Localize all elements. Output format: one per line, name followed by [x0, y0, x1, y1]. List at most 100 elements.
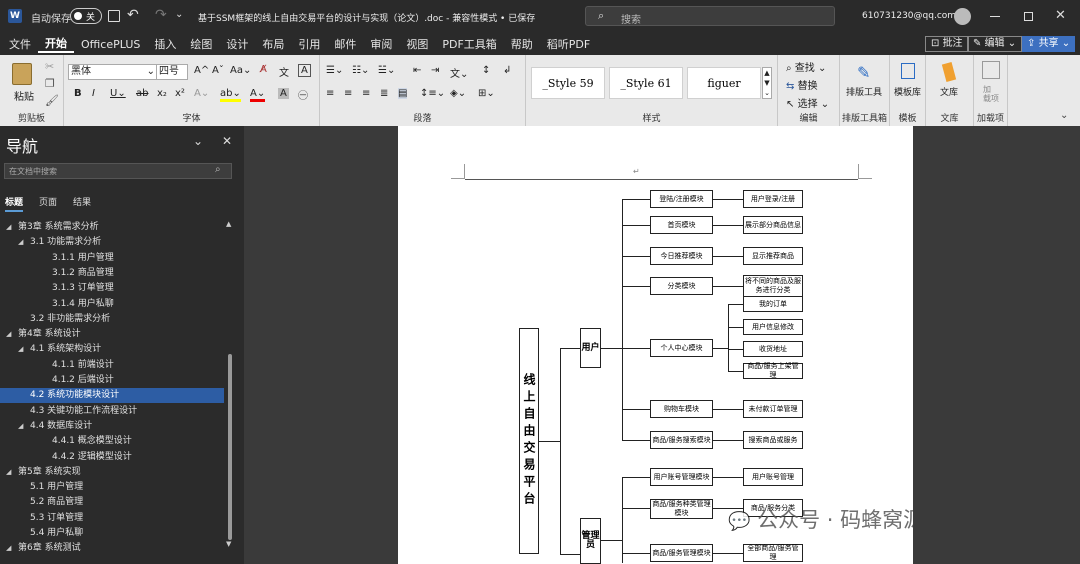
scroll-up-icon[interactable]: ▲	[226, 220, 231, 228]
nav-heading-item[interactable]: ◢ 3.1 功能需求分析	[0, 235, 224, 250]
bullets-icon[interactable]: ☰⌄	[326, 65, 343, 76]
search-box[interactable]: ⌕ 搜索	[585, 6, 835, 26]
nav-heading-item[interactable]: 4.4.1 概念模型设计	[0, 434, 224, 449]
style-item-2[interactable]: _Style 61	[609, 67, 683, 99]
nav-heading-item[interactable]: 3.1.4 用户私聊	[0, 297, 224, 312]
increase-indent-icon[interactable]: ⇥	[431, 65, 439, 76]
template-lib-button[interactable]: 模板库	[894, 85, 921, 98]
paste-button[interactable]: 粘贴	[14, 88, 34, 103]
menu-item-6[interactable]: 布局	[255, 36, 291, 52]
nav-heading-item[interactable]: 3.1.3 订单管理	[0, 281, 224, 296]
template-icon[interactable]	[901, 63, 915, 79]
menu-item-5[interactable]: 设计	[219, 36, 255, 52]
addin-button[interactable]: 加载项	[983, 85, 999, 103]
redo-icon[interactable]: ↷	[155, 7, 167, 23]
restore-icon[interactable]	[1024, 12, 1033, 21]
styles-scroll[interactable]: ▲ ▼ ⌄	[762, 67, 772, 99]
strikethrough-icon[interactable]: ab	[136, 88, 148, 99]
save-icon[interactable]	[108, 10, 120, 22]
layout-tool-button[interactable]: 排版工具	[846, 85, 882, 98]
nav-heading-item[interactable]: 3.1.2 商品管理	[0, 266, 224, 281]
copy-icon[interactable]: ❐	[45, 77, 55, 90]
undo-icon[interactable]: ↶	[127, 7, 139, 23]
menu-item-7[interactable]: 引用	[291, 36, 327, 52]
superscript-icon[interactable]: x²	[175, 88, 185, 99]
addin-icon[interactable]	[982, 61, 1000, 79]
borders-icon[interactable]: ⊞⌄	[478, 88, 495, 99]
shading-icon[interactable]: ◈⌄	[450, 88, 466, 99]
char-shading-icon[interactable]: A	[278, 88, 289, 99]
menu-item-3[interactable]: 插入	[147, 36, 183, 52]
nav-heading-item[interactable]: 5.2 商品管理	[0, 495, 224, 510]
expand-triangle-icon[interactable]: ◢	[6, 220, 18, 235]
avatar[interactable]	[954, 8, 971, 25]
change-case-icon[interactable]: Aa⌄	[230, 65, 251, 76]
menu-item-9[interactable]: 审阅	[363, 36, 399, 52]
nav-heading-item[interactable]: ◢ 第4章 系统设计	[0, 327, 224, 342]
scroll-down-icon[interactable]: ▼	[226, 540, 231, 548]
scroll-thumb[interactable]	[228, 354, 232, 540]
menu-item-4[interactable]: 绘图	[183, 36, 219, 52]
nav-heading-item[interactable]: 4.1.1 前端设计	[0, 358, 224, 373]
nav-heading-item[interactable]: ◢ 4.4 数据库设计	[0, 419, 224, 434]
share-button[interactable]: ⇪ 共享 ⌄	[1022, 36, 1076, 52]
nav-heading-item[interactable]: 4.4.2 逻辑模型设计	[0, 450, 224, 465]
numbering-icon[interactable]: ☷⌄	[352, 65, 369, 76]
menu-item-13[interactable]: 稻听PDF	[540, 36, 597, 52]
autosave-toggle[interactable]: 关	[70, 8, 102, 24]
tab-results[interactable]: 结果	[73, 195, 91, 208]
multilevel-list-icon[interactable]: ☱⌄	[378, 65, 395, 76]
user-email[interactable]: 610731230@qq.com	[862, 11, 956, 21]
enclose-char-icon[interactable]: ㊀	[298, 87, 308, 102]
font-size-select[interactable]: 四号	[156, 64, 188, 80]
nav-heading-item[interactable]: ◢ 第6章 系统测试	[0, 541, 224, 556]
find-button[interactable]: ⌕ 查找 ⌄	[786, 59, 826, 74]
menu-item-12[interactable]: 帮助	[504, 36, 540, 52]
align-left-icon[interactable]: ≡	[326, 88, 334, 99]
nav-search-input[interactable]: 在文档中搜索 ⌕	[4, 163, 232, 179]
menu-item-8[interactable]: 邮件	[327, 36, 363, 52]
tab-pages[interactable]: 页面	[39, 195, 57, 208]
nav-heading-item[interactable]: 4.1.2 后端设计	[0, 373, 224, 388]
nav-heading-item[interactable]: 5.3 订单管理	[0, 511, 224, 526]
distributed-icon[interactable]: ▤	[398, 88, 408, 99]
menu-item-0[interactable]: 文件	[2, 36, 38, 52]
nav-heading-item[interactable]: 5.4 用户私聊	[0, 526, 224, 541]
expand-triangle-icon[interactable]: ◢	[6, 327, 18, 342]
align-right-icon[interactable]: ≡	[362, 88, 370, 99]
collapse-ribbon-icon[interactable]: ⌄	[1060, 110, 1068, 121]
clear-format-icon[interactable]: A̸	[260, 64, 267, 75]
expand-triangle-icon[interactable]: ◢	[6, 541, 18, 556]
nav-heading-item[interactable]: 3.1.1 用户管理	[0, 251, 224, 266]
expand-triangle-icon[interactable]: ◢	[18, 235, 30, 250]
paste-icon[interactable]	[12, 63, 32, 85]
italic-icon[interactable]: I	[92, 88, 95, 99]
menu-item-1[interactable]: 开始	[38, 35, 74, 53]
document-title[interactable]: 基于SSM框架的线上自由交易平台的设计与实现（论文）.doc - 兼容性模式 •…	[198, 11, 538, 24]
nav-heading-item[interactable]: ◢ 第3章 系统需求分析	[0, 220, 224, 235]
cut-icon[interactable]: ✂	[45, 60, 54, 73]
show-marks-icon[interactable]: ↲	[503, 65, 511, 76]
align-center-icon[interactable]: ≡	[344, 88, 352, 99]
font-color-icon[interactable]: A⌄	[250, 88, 266, 102]
sort-icon[interactable]: ↕	[482, 65, 490, 76]
phonetic-icon[interactable]: 文	[279, 64, 289, 79]
font-name-select[interactable]: 黑体 ⌄	[68, 64, 158, 80]
expand-triangle-icon[interactable]: ◢	[18, 342, 30, 357]
layout-tool-icon[interactable]: ✎	[857, 63, 870, 82]
justify-icon[interactable]: ≣	[380, 88, 388, 99]
char-border-icon[interactable]: A	[298, 64, 311, 77]
menu-item-2[interactable]: OfficePLUS	[74, 38, 147, 51]
shrink-font-icon[interactable]: Aˇ	[212, 65, 224, 76]
select-button[interactable]: ↖ 选择 ⌄	[786, 95, 829, 110]
menu-item-11[interactable]: PDF工具箱	[435, 36, 503, 52]
document-page[interactable]: ↵ 线上自由交易平台 用户 管理员 登陆/注册模块 用户登录/注册 首页模块 展示部分商品信…	[398, 126, 913, 564]
edit-mode-button[interactable]: ✎ 编辑 ⌄	[967, 36, 1023, 52]
menu-item-10[interactable]: 视图	[399, 36, 435, 52]
chinese-layout-icon[interactable]: 文⌄	[450, 65, 468, 80]
nav-heading-item[interactable]: 3.2 非功能需求分析	[0, 312, 224, 327]
underline-icon[interactable]: U⌄	[110, 88, 126, 99]
decrease-indent-icon[interactable]: ⇤	[413, 65, 421, 76]
nav-close-icon[interactable]: ✕	[222, 134, 232, 148]
tab-headings[interactable]: 标题	[5, 195, 24, 212]
